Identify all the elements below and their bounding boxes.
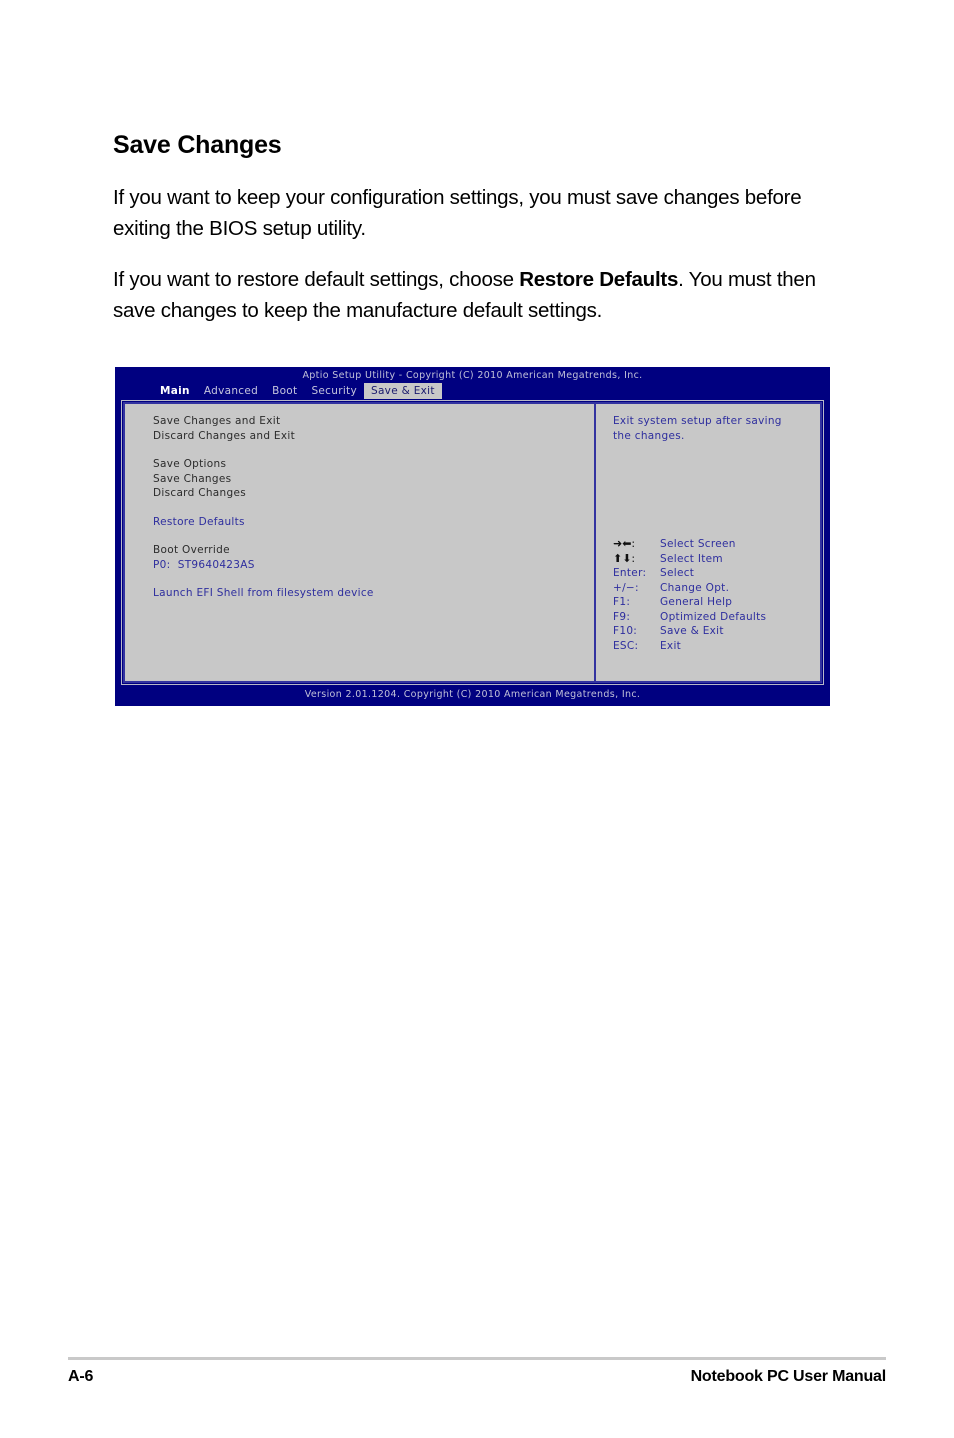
manual-title: Notebook PC User Manual bbox=[690, 1368, 887, 1385]
menu-item-boot-device-p0[interactable]: P0: ST9640423AS bbox=[153, 558, 594, 573]
paragraph-restore-defaults-lead: If you want to restore default settings,… bbox=[113, 267, 520, 291]
key-legend-row-f1: F1: General Help bbox=[613, 595, 766, 610]
key-legend-row-plus-minus: +/−: Change Opt. bbox=[613, 581, 766, 596]
menu-spacer-4 bbox=[153, 572, 594, 586]
menu-item-save-changes-and-exit[interactable]: Save Changes and Exit bbox=[153, 414, 594, 429]
bios-title: Aptio Setup Utility - Copyright (C) 2010… bbox=[302, 370, 643, 381]
tab-save-and-exit[interactable]: Save & Exit bbox=[363, 383, 442, 399]
menu-item-restore-defaults[interactable]: Restore Defaults bbox=[153, 515, 594, 530]
key-legend-desc-enter: Select bbox=[660, 567, 695, 579]
key-legend-key-f9: F9: bbox=[613, 610, 631, 623]
bios-version-footer: Version 2.01.1204. Copyright (C) 2010 Am… bbox=[304, 689, 641, 700]
bios-key-legend: ➜⬅: Select Screen ⬆⬇: Select Item Enter:… bbox=[613, 537, 766, 653]
key-legend-desc-select-item: Select Item bbox=[660, 552, 723, 565]
key-legend-row-f9: F9: Optimized Defaults bbox=[613, 610, 766, 625]
page-title: Save Changes bbox=[113, 131, 282, 159]
bios-panel: Save Changes and Exit Discard Changes an… bbox=[123, 402, 822, 683]
arrow-left-right-icon: ➜⬅: bbox=[613, 537, 636, 550]
key-legend-key-f10: F10: bbox=[613, 625, 638, 637]
key-legend-desc-save-and-exit: Save & Exit bbox=[660, 625, 724, 637]
paragraph-keep-settings: If you want to keep your configuration s… bbox=[113, 185, 802, 240]
menu-group-boot-override: Boot Override bbox=[153, 544, 230, 556]
key-legend-row-select-screen: ➜⬅: Select Screen bbox=[613, 537, 766, 552]
key-legend-desc-exit: Exit bbox=[660, 639, 682, 652]
key-legend-row-f10: F10: Save & Exit bbox=[613, 624, 766, 639]
key-legend-row-select-item: ⬆⬇: Select Item bbox=[613, 552, 766, 567]
tab-boot[interactable]: Boot bbox=[265, 383, 304, 399]
arrow-up-down-icon: ⬆⬇: bbox=[613, 551, 636, 565]
paragraph-restore-defaults: If you want to restore default settings,… bbox=[113, 264, 841, 326]
page-number: A-6 bbox=[68, 1368, 94, 1385]
key-legend-row-enter: Enter: Select bbox=[613, 566, 766, 581]
tab-main[interactable]: Main bbox=[153, 383, 197, 399]
menu-spacer-3 bbox=[153, 529, 594, 543]
menu-item-discard-changes-and-exit[interactable]: Discard Changes and Exit bbox=[153, 429, 594, 444]
key-legend-desc-optimized-defaults: Optimized Defaults bbox=[660, 610, 767, 623]
help-description-line-2: the changes. bbox=[613, 429, 685, 442]
menu-spacer-2 bbox=[153, 501, 594, 515]
menu-item-discard-changes[interactable]: Discard Changes bbox=[153, 486, 594, 501]
menu-item-launch-efi-shell[interactable]: Launch EFI Shell from filesystem device bbox=[153, 586, 594, 601]
footer-divider bbox=[68, 1357, 886, 1360]
bios-panel-frame: Save Changes and Exit Discard Changes an… bbox=[121, 400, 824, 685]
menu-spacer-1 bbox=[153, 443, 594, 457]
key-legend-desc-select-screen: Select Screen bbox=[660, 538, 736, 550]
key-legend-key-esc: ESC: bbox=[613, 639, 639, 652]
menu-item-save-changes[interactable]: Save Changes bbox=[153, 472, 594, 487]
tab-security[interactable]: Security bbox=[304, 383, 364, 399]
menu-group-save-options: Save Options bbox=[153, 458, 227, 470]
bios-tab-bar: Main Advanced Boot Security Save & Exit bbox=[115, 383, 830, 399]
bios-menu-panel: Save Changes and Exit Discard Changes an… bbox=[125, 404, 596, 681]
key-legend-row-esc: ESC: Exit bbox=[613, 639, 766, 654]
key-legend-desc-change-opt: Change Opt. bbox=[660, 581, 730, 594]
key-legend-desc-general-help: General Help bbox=[660, 596, 733, 608]
key-legend-key-plus-minus: +/−: bbox=[613, 581, 639, 594]
key-legend-key-f1: F1: bbox=[613, 596, 631, 608]
help-description-line-1: Exit system setup after saving bbox=[613, 415, 782, 427]
bios-screenshot: Aptio Setup Utility - Copyright (C) 2010… bbox=[115, 367, 830, 706]
bios-help-panel: Exit system setup after saving the chang… bbox=[596, 404, 820, 681]
key-legend-key-enter: Enter: bbox=[613, 567, 647, 579]
tab-advanced[interactable]: Advanced bbox=[197, 383, 265, 399]
document-body: Save Changes If you want to keep your co… bbox=[113, 131, 841, 346]
restore-defaults-emphasis: Restore Defaults bbox=[519, 267, 679, 291]
page-footer: A-6 Notebook PC User Manual bbox=[68, 1368, 886, 1386]
